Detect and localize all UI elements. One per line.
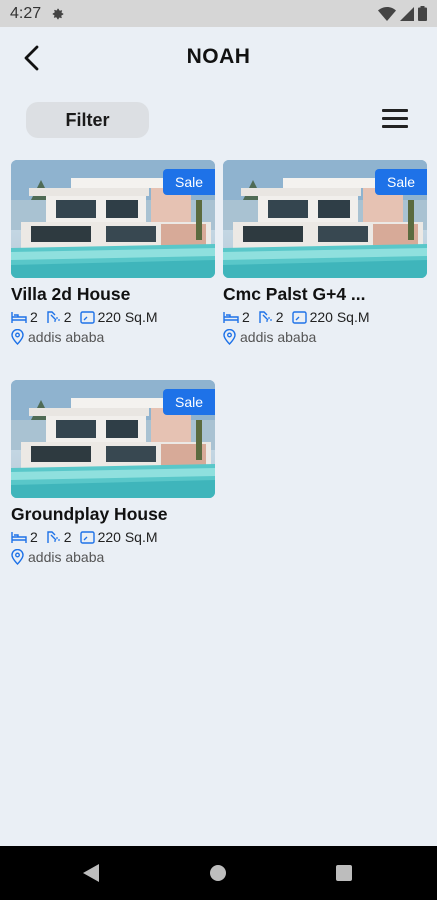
listing-specs: 2 2 220 Sq.M [11, 529, 215, 545]
listing-photo[interactable]: Sale [223, 160, 427, 278]
listing-specs: 2 2 220 Sq.M [11, 309, 215, 325]
sale-badge: Sale [375, 169, 427, 195]
location-pin-icon [223, 329, 236, 345]
shower-icon [47, 311, 60, 323]
area-icon [79, 310, 95, 324]
status-icons [378, 6, 427, 21]
location-text: addis ababa [28, 329, 105, 345]
listing-card[interactable]: Sale Villa 2d House 2 2 220 Sq.M addis a… [11, 160, 215, 345]
beds-count: 2 [30, 529, 38, 545]
beds-count: 2 [30, 309, 38, 325]
status-time: 4:27 [10, 4, 42, 22]
listing-photo[interactable]: Sale [11, 380, 215, 498]
listing-location: addis ababa [11, 329, 215, 345]
listing-photo[interactable]: Sale [11, 160, 215, 278]
app-bar: NOAH [0, 27, 437, 89]
status-bar: 4:27 [0, 0, 437, 27]
listing-title: Groundplay House [11, 504, 168, 524]
baths-spec: 2 [46, 529, 72, 545]
beds-spec: 2 [11, 309, 38, 325]
area-value: 220 Sq.M [309, 309, 370, 325]
area-spec: 220 Sq.M [79, 529, 158, 545]
listing-specs: 2 2 220 Sq.M [223, 309, 427, 325]
filter-button[interactable]: Filter [26, 102, 149, 138]
area-value: 220 Sq.M [97, 529, 158, 545]
listing-card[interactable]: Sale Groundplay House 2 2 220 Sq.M addis… [11, 380, 215, 565]
listing-title: Cmc Palst G+4 ... [223, 284, 366, 304]
bed-icon [11, 311, 27, 323]
nav-back-icon[interactable] [83, 864, 99, 882]
baths-spec: 2 [258, 309, 284, 325]
settings-gear-icon [52, 8, 64, 19]
area-spec: 220 Sq.M [79, 309, 158, 325]
listing-title: Villa 2d House [11, 284, 131, 304]
sale-badge: Sale [163, 169, 215, 195]
area-value: 220 Sq.M [97, 309, 158, 325]
baths-count: 2 [275, 309, 284, 325]
battery-icon [418, 6, 427, 21]
bed-icon [11, 531, 27, 543]
area-icon [291, 310, 307, 324]
beds-spec: 2 [223, 309, 250, 325]
sale-badge: Sale [163, 389, 215, 415]
location-pin-icon [11, 329, 24, 345]
location-text: addis ababa [28, 549, 105, 565]
listing-location: addis ababa [223, 329, 427, 345]
nav-home-icon[interactable] [210, 865, 226, 881]
page-title: NOAH [186, 45, 251, 68]
wifi-icon [378, 6, 396, 21]
listing-card[interactable]: Sale Cmc Palst G+4 ... 2 2 220 Sq.M addi… [223, 160, 427, 345]
nav-recents-icon[interactable] [336, 865, 352, 881]
area-spec: 220 Sq.M [291, 309, 370, 325]
baths-spec: 2 [46, 309, 72, 325]
baths-count: 2 [63, 529, 72, 545]
menu-icon[interactable] [382, 109, 408, 131]
area-icon [79, 530, 95, 544]
shower-icon [47, 531, 60, 543]
signal-icon [400, 6, 414, 21]
shower-icon [259, 311, 272, 323]
system-nav-bar [0, 846, 437, 900]
beds-count: 2 [242, 309, 250, 325]
location-pin-icon [11, 549, 24, 565]
location-text: addis ababa [240, 329, 317, 345]
bed-icon [223, 311, 239, 323]
baths-count: 2 [63, 309, 72, 325]
listing-location: addis ababa [11, 549, 215, 565]
beds-spec: 2 [11, 529, 38, 545]
